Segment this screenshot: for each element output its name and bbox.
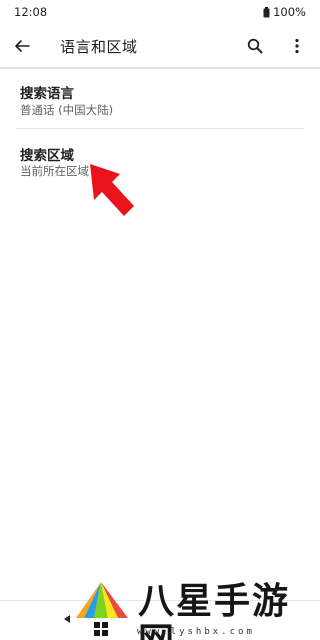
status-bar: 12:08 100% bbox=[0, 0, 320, 24]
back-button[interactable] bbox=[10, 34, 34, 58]
setting-subtitle: 普通话 (中国大陆) bbox=[20, 103, 114, 117]
more-options-button[interactable] bbox=[285, 34, 309, 58]
more-vert-icon bbox=[295, 38, 299, 54]
battery-percentage: 100% bbox=[273, 5, 306, 19]
setting-search-language[interactable]: 搜索语言 普通话 (中国大陆) bbox=[0, 72, 320, 130]
battery-icon bbox=[263, 6, 270, 17]
setting-title: 搜索语言 bbox=[20, 86, 74, 102]
watermark-logo bbox=[76, 582, 128, 636]
list-divider bbox=[16, 128, 304, 129]
status-time: 12:08 bbox=[14, 5, 48, 19]
app-bar-divider bbox=[0, 67, 320, 69]
arrow-back-icon bbox=[15, 40, 30, 52]
setting-subtitle: 当前所在区域 bbox=[20, 164, 89, 178]
app-bar: 语言和区域 bbox=[0, 24, 320, 68]
watermark-url: www.lyshbx.com bbox=[137, 627, 255, 637]
search-icon bbox=[247, 38, 263, 54]
setting-search-region[interactable]: 搜索区域 当前所在区域 bbox=[0, 134, 320, 192]
page-title: 语言和区域 bbox=[60, 38, 138, 56]
search-button[interactable] bbox=[243, 34, 267, 58]
red-pointer-arrow-icon bbox=[90, 164, 134, 216]
setting-title: 搜索区域 bbox=[20, 148, 74, 164]
status-indicators: 100% bbox=[263, 5, 306, 19]
